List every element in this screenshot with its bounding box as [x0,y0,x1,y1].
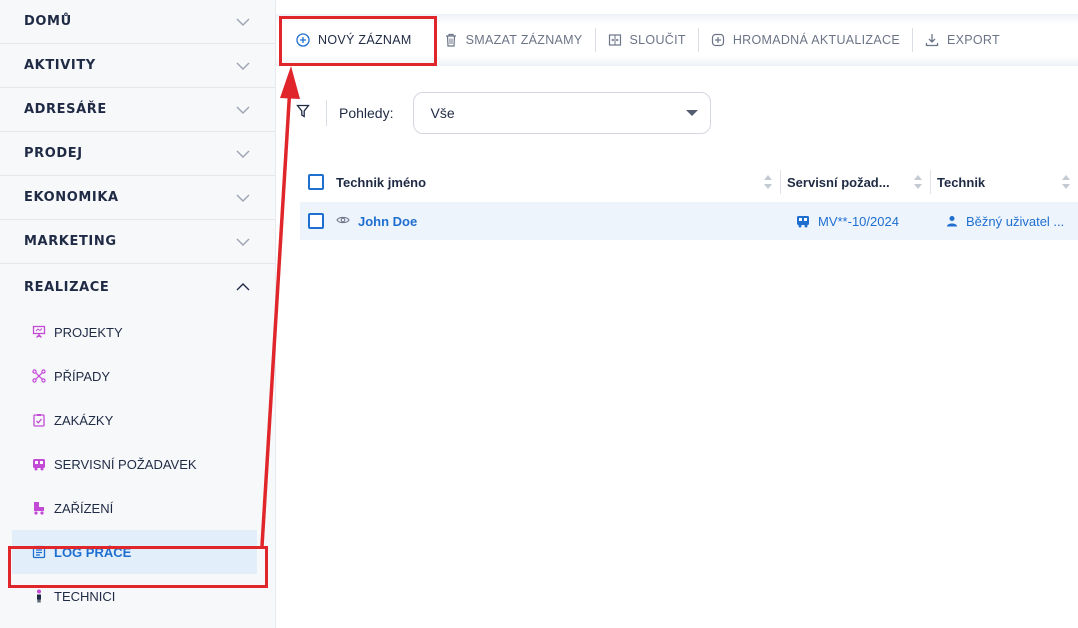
annotation-arrow [260,66,300,547]
